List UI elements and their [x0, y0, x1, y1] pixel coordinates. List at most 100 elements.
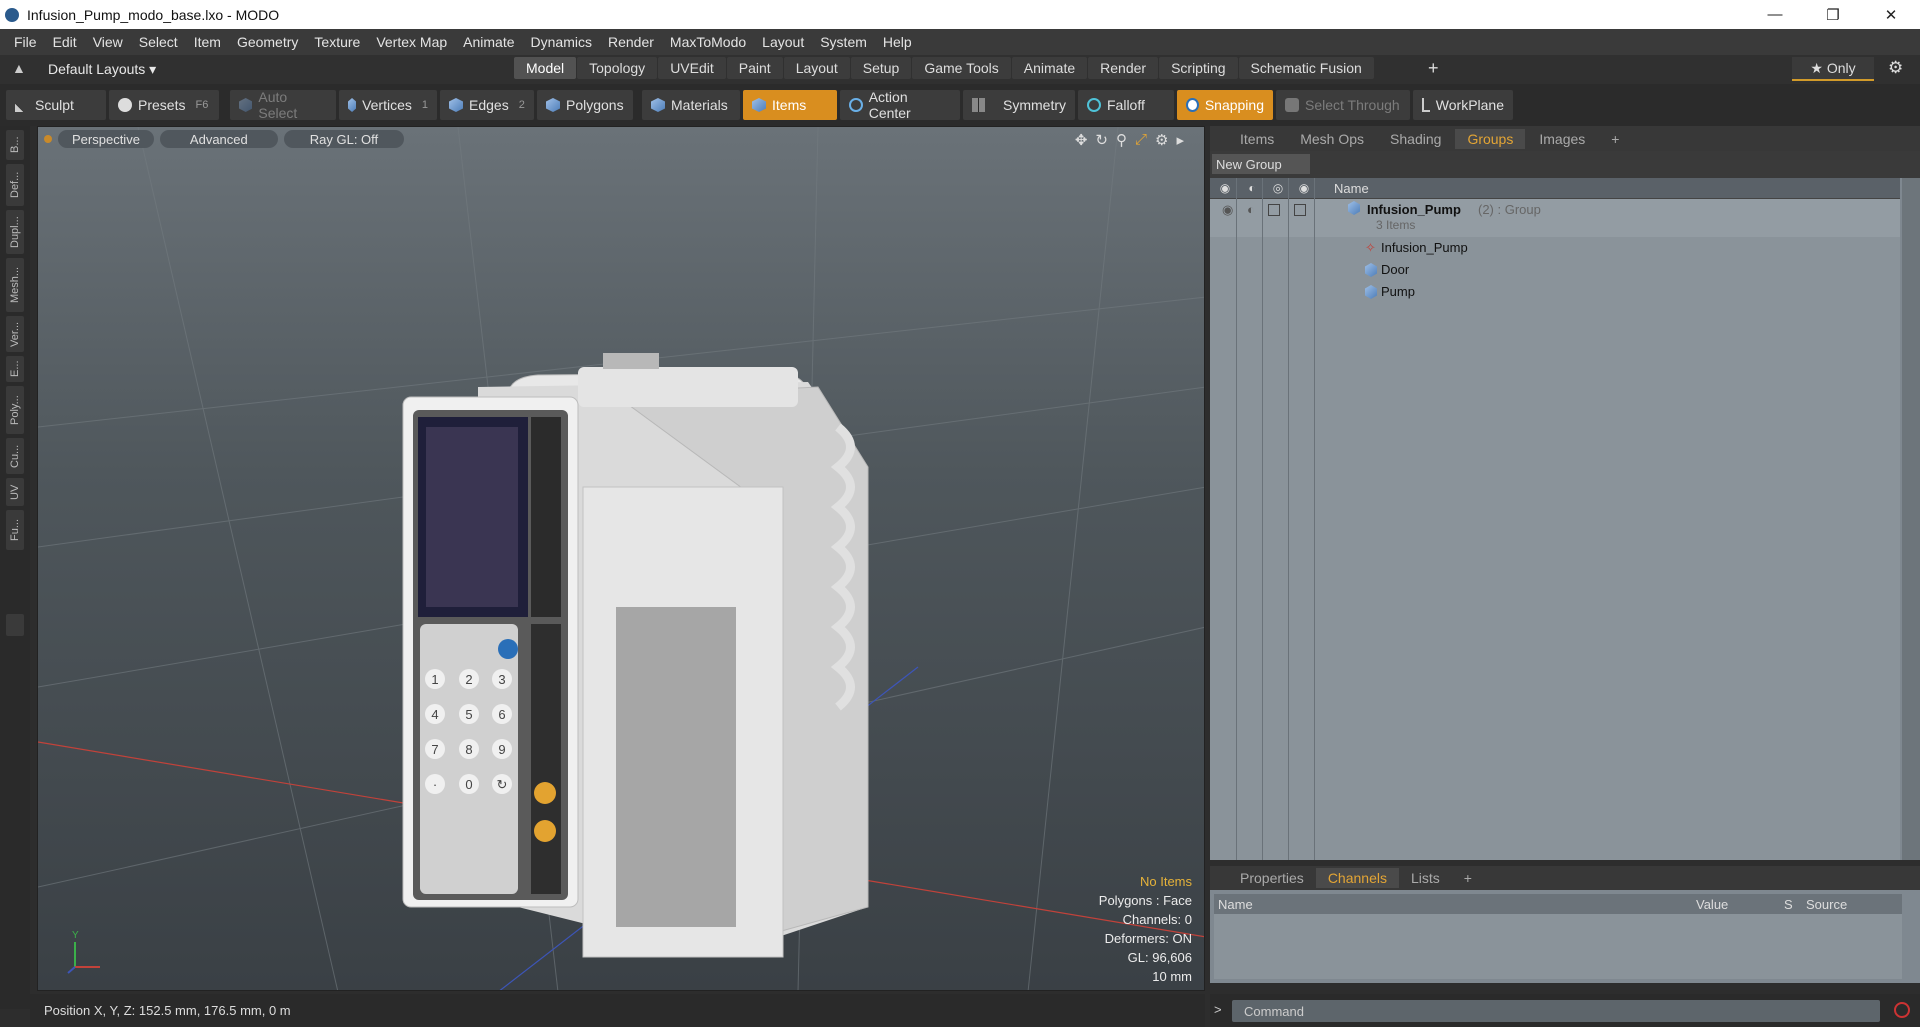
sculpt-button[interactable]: Sculpt: [6, 90, 106, 120]
left-tab-fusion[interactable]: Fu...: [6, 510, 24, 550]
tab-model[interactable]: Model: [514, 57, 577, 79]
record-macro-icon[interactable]: [1894, 1002, 1910, 1018]
tab-topology[interactable]: Topology: [577, 57, 658, 79]
workplane-button[interactable]: WorkPlane: [1413, 90, 1513, 120]
zoom-icon[interactable]: ⚲: [1116, 131, 1127, 149]
tab-lists[interactable]: Lists: [1399, 868, 1452, 888]
tab-setup[interactable]: Setup: [850, 57, 912, 79]
left-tab-curve[interactable]: Cu...: [6, 438, 24, 474]
lock-icon[interactable]: ◎: [1271, 181, 1285, 195]
fit-icon[interactable]: ⤢: [1135, 131, 1147, 149]
tab-layout[interactable]: Layout: [783, 57, 850, 79]
lock-checkbox[interactable]: [1268, 204, 1280, 216]
tab-channels[interactable]: Channels: [1315, 868, 1399, 888]
menu-edit[interactable]: Edit: [53, 34, 77, 50]
select-icon[interactable]: ◉: [1297, 181, 1311, 195]
rotate-icon[interactable]: ↻: [1095, 131, 1108, 149]
layout-up-icon[interactable]: ▲: [12, 60, 26, 76]
add-panel-tab-button[interactable]: +: [1599, 129, 1631, 149]
falloff-button[interactable]: Falloff: [1078, 90, 1174, 120]
materials-button[interactable]: Materials: [642, 90, 740, 120]
auto-select-button[interactable]: Auto Select: [230, 89, 336, 121]
render-toggle-icon[interactable]: ◐: [1247, 202, 1255, 217]
pan-icon[interactable]: ✥: [1075, 131, 1088, 149]
menu-layout[interactable]: Layout: [762, 34, 804, 50]
close-button[interactable]: ✕: [1862, 0, 1920, 29]
left-tool-strip: B... Def... Dupl... Mesh... Ver... E... …: [0, 126, 30, 1009]
left-tab-mesh[interactable]: Mesh...: [6, 258, 24, 312]
render-icon[interactable]: ◐: [1245, 181, 1259, 195]
minimize-button[interactable]: —: [1746, 0, 1804, 29]
left-tab-uv[interactable]: UV: [6, 478, 24, 506]
new-group-button[interactable]: New Group: [1212, 154, 1310, 174]
menu-system[interactable]: System: [820, 34, 867, 50]
left-tab-vertex[interactable]: Ver...: [6, 316, 24, 352]
menu-help[interactable]: Help: [883, 34, 912, 50]
tab-uvedit[interactable]: UVEdit: [658, 57, 726, 79]
name-column-header[interactable]: Name: [1334, 181, 1369, 196]
tab-render[interactable]: Render: [1088, 57, 1159, 79]
polygons-button[interactable]: Polygons: [537, 90, 633, 120]
menu-geometry[interactable]: Geometry: [237, 34, 298, 50]
edges-button[interactable]: Edges 2: [440, 90, 534, 120]
vertices-button[interactable]: Vertices 1: [339, 90, 437, 120]
channel-name-header[interactable]: Name: [1218, 897, 1253, 912]
tab-animate[interactable]: Animate: [1011, 57, 1088, 79]
left-tab-polygon[interactable]: Poly...: [6, 386, 24, 434]
tab-groups[interactable]: Groups: [1455, 128, 1526, 149]
menu-select[interactable]: Select: [139, 34, 178, 50]
menu-file[interactable]: File: [14, 34, 37, 50]
menu-render[interactable]: Render: [608, 34, 654, 50]
left-tab-duplicate[interactable]: Dupl...: [6, 210, 24, 254]
tab-paint[interactable]: Paint: [726, 57, 783, 79]
group-type: (2) : Group: [1478, 202, 1541, 217]
tab-properties[interactable]: Properties: [1228, 868, 1316, 888]
menu-maxtomodo[interactable]: MaxToModo: [670, 34, 746, 50]
left-tab-basic[interactable]: B...: [6, 130, 24, 160]
left-tab-edge[interactable]: E...: [6, 356, 24, 382]
left-tab-deform[interactable]: Def...: [6, 164, 24, 206]
menu-animate[interactable]: Animate: [463, 34, 514, 50]
select-checkbox[interactable]: [1294, 204, 1306, 216]
add-bottom-tab-button[interactable]: +: [1452, 868, 1484, 888]
viewport-options-icon[interactable]: [44, 135, 52, 143]
viewport-settings-icon[interactable]: ⚙: [1155, 131, 1168, 149]
restore-button[interactable]: ❐: [1804, 0, 1862, 29]
3d-viewport[interactable]: 1 2 3 4 5 6 7 8 9 · 0 ↻ Y Perspective Ad…: [37, 126, 1205, 991]
tree-scrollbar[interactable]: [1902, 178, 1920, 860]
menu-texture[interactable]: Texture: [314, 34, 360, 50]
tab-items[interactable]: Items: [1228, 129, 1286, 149]
default-layouts-dropdown[interactable]: Default Layouts ▾: [48, 61, 156, 78]
tab-images[interactable]: Images: [1527, 129, 1597, 149]
tab-schematic-fusion[interactable]: Schematic Fusion: [1238, 57, 1374, 79]
command-history-arrow[interactable]: >: [1214, 1002, 1222, 1017]
visibility-eye-icon[interactable]: ◉: [1218, 181, 1232, 195]
select-through-button[interactable]: Select Through: [1276, 90, 1410, 120]
advanced-dropdown[interactable]: Advanced: [159, 130, 278, 148]
tab-mesh-ops[interactable]: Mesh Ops: [1288, 129, 1376, 149]
menu-view[interactable]: View: [93, 34, 123, 50]
tab-game-tools[interactable]: Game Tools: [912, 57, 1011, 79]
action-center-button[interactable]: Action Center: [840, 89, 960, 121]
perspective-dropdown[interactable]: Perspective: [58, 130, 154, 148]
tab-shading[interactable]: Shading: [1378, 129, 1453, 149]
add-layout-tab-button[interactable]: +: [1428, 58, 1439, 79]
presets-button[interactable]: Presets F6: [109, 90, 219, 120]
menu-item[interactable]: Item: [194, 34, 221, 50]
snapping-button[interactable]: Snapping: [1177, 90, 1273, 120]
command-input[interactable]: Command: [1232, 1000, 1880, 1022]
channel-value-header[interactable]: Value: [1696, 897, 1728, 912]
menu-dynamics[interactable]: Dynamics: [531, 34, 592, 50]
items-button[interactable]: Items: [743, 90, 837, 120]
left-strip-toggle[interactable]: [6, 614, 24, 636]
gear-icon[interactable]: ⚙: [1888, 58, 1903, 78]
raygl-toggle[interactable]: Ray GL: Off: [283, 130, 405, 148]
symmetry-button[interactable]: Symmetry: [963, 90, 1075, 120]
tab-scripting[interactable]: Scripting: [1159, 57, 1238, 79]
eye-icon[interactable]: ◉: [1222, 202, 1233, 218]
channel-s-header[interactable]: S: [1784, 897, 1793, 912]
expand-arrow-icon[interactable]: ▸: [1176, 131, 1184, 149]
only-toggle[interactable]: ★ Only: [1792, 57, 1874, 81]
channel-source-header[interactable]: Source: [1806, 897, 1847, 912]
menu-vertex-map[interactable]: Vertex Map: [376, 34, 447, 50]
